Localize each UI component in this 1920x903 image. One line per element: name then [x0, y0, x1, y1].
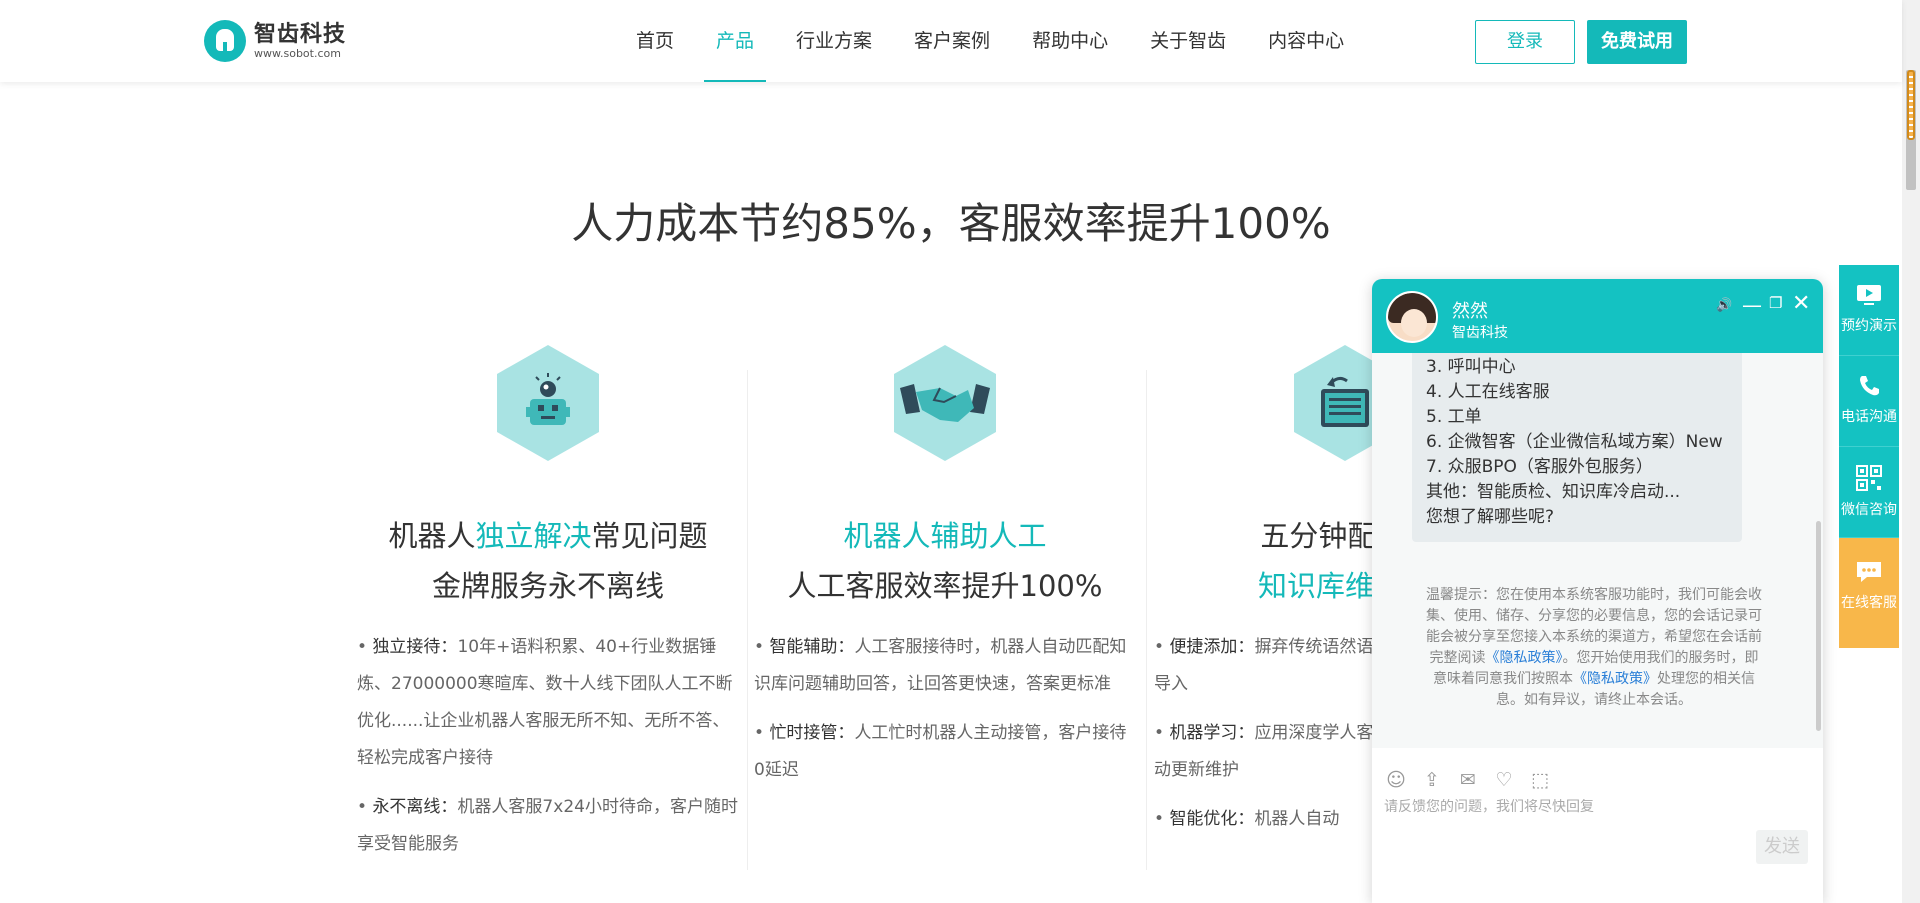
list-item: • 忙时接管：人工忙时机器人主动接管，客户接待0延迟: [754, 723, 1127, 780]
top-header: 智齿科技 www.sobot.com 首页 产品 行业方案 客户案例 帮助中心 …: [0, 0, 1902, 82]
chat-scrollbar[interactable]: [1816, 521, 1821, 731]
send-button[interactable]: 发送: [1756, 830, 1808, 864]
agent-name: 然然: [1452, 301, 1488, 322]
feature-card-assist: 机器人辅助人工 人工客服效率提升100% • 智能辅助：人工客服接待时，机器人自…: [750, 345, 1140, 801]
avatar: [1386, 291, 1438, 343]
nav-about[interactable]: 关于智齿: [1150, 0, 1226, 82]
side-float-bar: 预约演示 电话沟通 微信咨询 在线客服: [1839, 265, 1899, 648]
chat-header: 然然 智齿科技 🔊 — ❐ ✕: [1372, 279, 1823, 353]
logo-url: www.sobot.com: [254, 46, 341, 60]
login-button[interactable]: 登录: [1475, 20, 1575, 64]
close-icon[interactable]: ✕: [1792, 291, 1810, 316]
restore-icon[interactable]: ❐: [1769, 294, 1782, 312]
feature-title: 机器人辅助人工 人工客服效率提升100%: [787, 519, 1103, 603]
video-demo-icon: [1857, 285, 1881, 305]
list-item: • 永不离线：机器人客服7x24小时待命，客户随时享受智能服务: [357, 797, 738, 854]
column-divider: [747, 370, 748, 870]
emoji-icon[interactable]: ☺: [1384, 768, 1408, 792]
leave-message-icon[interactable]: ✉: [1456, 768, 1480, 792]
nav-help-center[interactable]: 帮助中心: [1032, 0, 1108, 82]
scroll-indicator: [1907, 70, 1915, 140]
chat-message-input[interactable]: [1384, 799, 1804, 815]
list-item: • 独立接待：10年+语料积累、40+行业数据锤炼、27000000寒暄库、数十…: [357, 637, 733, 768]
speaker-icon[interactable]: 🔊: [1716, 298, 1732, 313]
nav-content-center[interactable]: 内容中心: [1268, 0, 1344, 82]
feature-card-robot: 机器人独立解决常见问题 金牌服务永不离线 • 独立接待：10年+语料积累、40+…: [353, 345, 743, 875]
privacy-policy-link[interactable]: 《隐私政策》: [1486, 650, 1563, 666]
nav-customer-cases[interactable]: 客户案例: [914, 0, 990, 82]
chat-messages: 3. 呼叫中心 4. 人工在线客服 5. 工单 6. 企微智客（企业微信私域方案…: [1372, 353, 1823, 748]
feature-list: • 独立接待：10年+语料积累、40+行业数据锤炼、27000000寒暄库、数十…: [353, 629, 743, 863]
side-online-service-button[interactable]: 在线客服: [1839, 538, 1899, 648]
nav-home[interactable]: 首页: [636, 0, 674, 82]
free-trial-button[interactable]: 免费试用: [1587, 20, 1687, 64]
phone-icon: [1860, 376, 1879, 396]
feature-list: • 智能辅助：人工客服接待时，机器人自动匹配知识库问题辅助回答，让回答更快速，答…: [750, 629, 1140, 789]
hero-title: 人力成本节约85%，客服效率提升100%: [571, 199, 1331, 248]
privacy-policy-link[interactable]: 《隐私政策》: [1573, 671, 1657, 687]
minimize-icon[interactable]: —: [1742, 293, 1762, 317]
chat-window: 然然 智齿科技 🔊 — ❐ ✕ 3. 呼叫中心 4. 人工在线客服 5. 工单 …: [1372, 279, 1823, 903]
logo-name: 智齿科技: [254, 21, 347, 47]
qrcode-icon: [1856, 465, 1882, 491]
nav-products[interactable]: 产品: [704, 0, 767, 82]
nav-industry-solutions[interactable]: 行业方案: [796, 0, 872, 82]
screenshot-icon[interactable]: ⬚: [1528, 768, 1552, 792]
handshake-icon: [894, 345, 996, 461]
side-wechat-button[interactable]: 微信咨询: [1839, 447, 1899, 538]
feature-title: 机器人独立解决常见问题 金牌服务永不离线: [388, 519, 708, 603]
logo[interactable]: 智齿科技 www.sobot.com: [204, 20, 346, 62]
tooth-logo-icon: [204, 20, 246, 62]
side-demo-button[interactable]: 预约演示: [1839, 265, 1899, 356]
privacy-notice: 温馨提示：您在使用本系统客服功能时，我们可能会收集、使用、储存、分享您的必要信息…: [1426, 587, 1762, 708]
chat-bubble-icon: [1857, 562, 1881, 582]
evaluate-heart-icon[interactable]: ♡: [1492, 768, 1516, 792]
list-item: • 智能辅助：人工客服接待时，机器人自动匹配知识库问题辅助回答，让回答更快速，答…: [754, 637, 1127, 694]
agent-company: 智齿科技: [1452, 325, 1508, 341]
robot-icon: [497, 345, 599, 461]
column-divider: [1146, 370, 1147, 870]
main-nav: 首页 产品 行业方案 客户案例 帮助中心 关于智齿 内容中心: [636, 0, 1386, 82]
side-phone-button[interactable]: 电话沟通: [1839, 356, 1899, 447]
upload-file-icon[interactable]: ⇪: [1420, 768, 1444, 792]
message-bubble: 3. 呼叫中心 4. 人工在线客服 5. 工单 6. 企微智客（企业微信私域方案…: [1412, 353, 1742, 542]
chat-toolbar: ☺ ⇪ ✉ ♡ ⬚: [1384, 768, 1564, 792]
